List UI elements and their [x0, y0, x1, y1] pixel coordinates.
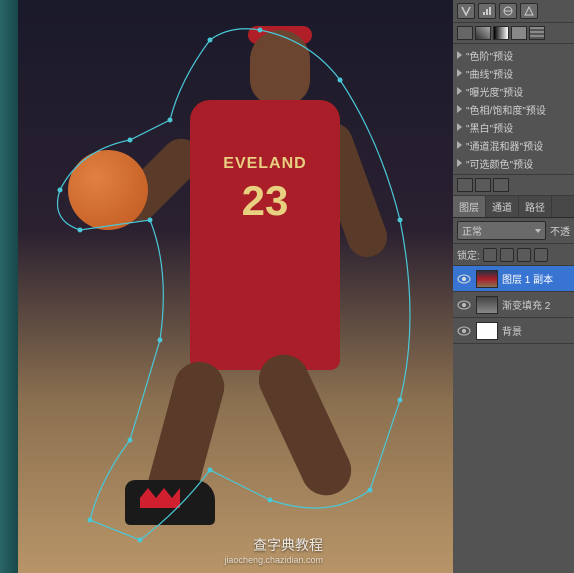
footer-icon-3[interactable] — [493, 178, 509, 192]
adjustment-presets: "色阶"预设 "曲线"预设 "曝光度"预设 "色相/饱和度"预设 "黑白"预设 … — [453, 44, 574, 175]
layer-row[interactable]: 渐变填充 2 — [453, 292, 574, 318]
swatch-row — [453, 23, 574, 44]
jersey-team-text: EVELAND — [223, 155, 306, 173]
lock-position-icon[interactable] — [517, 248, 531, 262]
lock-row: 锁定: — [453, 244, 574, 266]
chevron-right-icon — [457, 141, 462, 149]
preset-label: "色相/饱和度"预设 — [466, 102, 546, 117]
preset-curves[interactable]: "曲线"预设 — [453, 64, 574, 82]
footer-icon-2[interactable] — [475, 178, 491, 192]
chevron-right-icon — [457, 69, 462, 77]
figure-head — [250, 30, 310, 105]
preset-black-white[interactable]: "黑白"预设 — [453, 118, 574, 136]
opacity-label: 不透 — [550, 223, 570, 238]
visibility-eye-icon[interactable] — [456, 299, 472, 311]
figure-shorts — [190, 270, 340, 370]
panel-tabs: 图层 通道 路径 — [453, 196, 574, 218]
toolbar-row-1 — [453, 0, 574, 23]
layer-name: 背景 — [502, 323, 522, 338]
figure-leg-right — [251, 346, 360, 503]
layer-thumbnail — [476, 296, 498, 314]
layer-row[interactable]: 图层 1 副本 — [453, 266, 574, 292]
lock-pixels-icon[interactable] — [500, 248, 514, 262]
layer-name: 图层 1 副本 — [502, 271, 553, 286]
layer-row[interactable]: 背景 — [453, 318, 574, 344]
panel-footer-icons — [453, 175, 574, 196]
preset-levels[interactable]: "色阶"预设 — [453, 46, 574, 64]
basketball — [68, 150, 148, 230]
chevron-right-icon — [457, 123, 462, 131]
lock-label: 锁定: — [457, 247, 480, 262]
preset-hue-saturation[interactable]: "色相/饱和度"预设 — [453, 100, 574, 118]
watermark-main: 查字典教程 — [224, 535, 323, 555]
preset-label: "可选颜色"预设 — [466, 156, 533, 171]
watermark: 查字典教程 jiaocheng.chazidian.com — [224, 535, 323, 565]
layer-thumbnail — [476, 322, 498, 340]
chevron-down-icon — [535, 229, 541, 233]
chevron-right-icon — [457, 51, 462, 59]
tab-channels[interactable]: 通道 — [486, 196, 519, 217]
swatch-3[interactable] — [493, 26, 509, 40]
preset-label: "通道混和器"预设 — [466, 138, 543, 153]
preset-label: "黑白"预设 — [466, 120, 513, 135]
balance-icon[interactable] — [499, 3, 517, 19]
chevron-right-icon — [457, 105, 462, 113]
right-panels: "色阶"预设 "曲线"预设 "曝光度"预设 "色相/饱和度"预设 "黑白"预设 … — [453, 0, 574, 573]
blend-mode-value: 正常 — [462, 223, 482, 238]
layer-thumbnail — [476, 270, 498, 288]
triangle-icon[interactable] — [520, 3, 538, 19]
blend-mode-select[interactable]: 正常 — [457, 221, 546, 240]
chevron-right-icon — [457, 87, 462, 95]
blend-mode-row: 正常 不透 — [453, 218, 574, 244]
footer-icon-1[interactable] — [457, 178, 473, 192]
visibility-eye-icon[interactable] — [456, 325, 472, 337]
preset-exposure[interactable]: "曝光度"预设 — [453, 82, 574, 100]
figure-shoe — [125, 480, 215, 525]
swatch-2[interactable] — [475, 26, 491, 40]
jersey-number-text: 23 — [242, 177, 289, 225]
watermark-sub: jiaocheng.chazidian.com — [224, 555, 323, 565]
swatch-5[interactable] — [529, 26, 545, 40]
preset-channel-mixer[interactable]: "通道混和器"预设 — [453, 136, 574, 154]
preset-label: "曝光度"预设 — [466, 84, 523, 99]
swatch-4[interactable] — [511, 26, 527, 40]
preset-selective-color[interactable]: "可选颜色"预设 — [453, 154, 574, 172]
chevron-right-icon — [457, 159, 462, 167]
jersey: EVELAND 23 — [190, 100, 340, 280]
lock-all-icon[interactable] — [534, 248, 548, 262]
tab-paths[interactable]: 路径 — [519, 196, 552, 217]
visibility-eye-icon[interactable] — [456, 273, 472, 285]
layer-name: 渐变填充 2 — [502, 297, 550, 312]
layers-list: 图层 1 副本 渐变填充 2 背景 — [453, 266, 574, 573]
tab-layers[interactable]: 图层 — [453, 196, 486, 217]
lock-transparency-icon[interactable] — [483, 248, 497, 262]
v-icon[interactable] — [457, 3, 475, 19]
swatch-1[interactable] — [457, 26, 473, 40]
levels-icon[interactable] — [478, 3, 496, 19]
image-subject: EVELAND 23 — [50, 20, 430, 550]
canvas-area[interactable]: EVELAND 23 查字典教程 jiaocheng.chazidian.com — [0, 0, 453, 573]
preset-label: "色阶"预设 — [466, 48, 513, 63]
preset-label: "曲线"预设 — [466, 66, 513, 81]
